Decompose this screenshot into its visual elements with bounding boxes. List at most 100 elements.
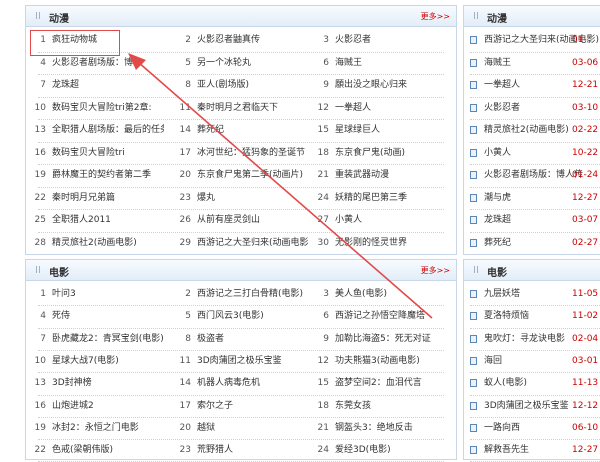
item-title-link[interactable]: 精灵旅社2(动画电影) (52, 238, 137, 248)
side-item-title[interactable]: 火影忍者剧场版：博人传 (484, 164, 583, 186)
list-item[interactable]: 3 火影忍者 (309, 29, 439, 51)
list-item[interactable]: 9 願出没之眼心归来 (309, 74, 439, 96)
item-title-link[interactable]: 美人鱼(电影) (335, 289, 387, 299)
list-item[interactable]: 20 东京食尸鬼第二季(动画片) (171, 164, 309, 186)
item-title-link[interactable]: 全职猎人2011 (52, 215, 111, 225)
item-title-link[interactable]: 秦时明月之君临天下 (197, 103, 278, 113)
list-item[interactable]: 6 西游记之孙悟空降魔塔 (309, 305, 439, 327)
item-title-link[interactable]: 西游记之三打白骨精(电影) (197, 289, 303, 299)
list-item[interactable]: 25 全职猎人2011 (26, 209, 164, 231)
list-item[interactable]: 10 星球大战7(电影) (26, 350, 164, 372)
item-title-link[interactable]: 爱经3D(电影) (335, 445, 391, 455)
item-title-link[interactable]: 数码宝贝大冒险tri (52, 148, 125, 158)
list-item[interactable]: 7 卧虎藏龙2：青冥宝剑(电影) (26, 328, 164, 350)
side-item-title[interactable]: 龙珠超 (484, 209, 511, 231)
list-item[interactable]: 15 盗梦空间2：血泪代言 (309, 372, 439, 394)
list-item[interactable]: 14 葬死纪 (171, 119, 309, 141)
list-item[interactable]: 24 妖精的尾巴第三季 (309, 187, 439, 209)
item-title-link[interactable]: 星球大战7(电影) (52, 356, 119, 366)
list-item[interactable]: 17 冰河世纪：猛犸象的圣诞节 (171, 142, 309, 164)
item-title-link[interactable]: 钢盔头3：绝地反击 (335, 423, 413, 433)
list-item[interactable]: 6 海贼王 (309, 52, 439, 74)
side-item-title[interactable]: 一拳超人 (484, 74, 520, 96)
list-item[interactable]: 18 东莞女孩 (309, 395, 439, 417)
side-list-item[interactable]: 一拳超人 12-21 (464, 74, 600, 96)
list-item[interactable]: 26 从前有座灵剑山 (171, 209, 309, 231)
item-title-link[interactable]: 西游记之孙悟空降魔塔 (335, 311, 425, 321)
list-item[interactable]: 11 秦时明月之君临天下 (171, 97, 309, 119)
side-item-title[interactable]: 潮与虎 (484, 187, 511, 209)
list-item[interactable]: 16 山炮进城2 (26, 395, 164, 417)
list-item[interactable]: 10 数码宝贝大冒险tri第2章: (26, 97, 164, 119)
item-title-link[interactable]: 3D肉蒲团之极乐宝鉴 (197, 356, 282, 366)
side-list-item[interactable]: 火影忍者 03-10 (464, 97, 600, 119)
side-list-item[interactable]: 潮与虎 12-27 (464, 187, 600, 209)
side-list-item[interactable]: 葬死纪 02-27 (464, 232, 600, 254)
item-title-link[interactable]: 加勒比海盗5：死无对证 (335, 334, 431, 344)
list-item[interactable]: 22 色戒(梁朝伟版) (26, 439, 164, 461)
list-item[interactable]: 2 西游记之三打白骨精(电影) (171, 283, 309, 305)
list-item[interactable]: 14 机器人病毒危机 (171, 372, 309, 394)
side-item-title[interactable]: 一路向西 (484, 417, 520, 439)
item-title-link[interactable]: 星球绿巨人 (335, 125, 380, 135)
item-title-link[interactable]: 亚人(剧场版) (197, 80, 249, 90)
side-item-title[interactable]: 九层妖塔 (484, 283, 520, 305)
item-title-link[interactable]: 西门风云3(电影) (197, 311, 264, 321)
list-item[interactable]: 30 无影刚的怪灵世界 (309, 232, 439, 254)
side-list-item[interactable]: 海回 03-01 (464, 350, 600, 372)
side-item-title[interactable]: 小黄人 (484, 142, 511, 164)
list-item[interactable]: 15 星球绿巨人 (309, 119, 439, 141)
item-title-link[interactable]: 願出没之眼心归来 (335, 80, 407, 90)
side-list-item[interactable]: 一路向西 06-10 (464, 417, 600, 439)
item-title-link[interactable]: 妖精的尾巴第三季 (335, 193, 407, 203)
item-title-link[interactable]: 火影忍者剧场版：博人 (52, 58, 142, 68)
list-item[interactable]: 2 火影忍者鼬真传 (171, 29, 309, 51)
side-list-item[interactable]: 火影忍者剧场版：博人传 01-24 (464, 164, 600, 186)
item-title-link[interactable]: 卧虎藏龙2：青冥宝剑(电影) (52, 334, 164, 344)
item-title-link[interactable]: 从前有座灵剑山 (197, 215, 260, 225)
list-item[interactable]: 23 爆丸 (171, 187, 309, 209)
item-title-link[interactable]: 无影刚的怪灵世界 (335, 238, 407, 248)
side-list-item[interactable]: 九层妖塔 11-05 (464, 283, 600, 305)
anime-more-link[interactable]: 更多>> (421, 11, 450, 22)
item-title-link[interactable]: 另一个冰轮丸 (197, 58, 251, 68)
list-item[interactable]: 19 爵林魔王的契约者第二季 (26, 164, 164, 186)
list-item[interactable]: 24 爱经3D(电影) (309, 439, 439, 461)
item-title-link[interactable]: 全职猎人剧场版：最后的任务 (52, 125, 164, 135)
list-item[interactable]: 23 荒野猎人 (171, 439, 309, 461)
list-item[interactable]: 19 冰封2：永恒之门电影 (26, 417, 164, 439)
list-item[interactable]: 7 龙珠超 (26, 74, 164, 96)
item-title-link[interactable]: 小黄人 (335, 215, 362, 225)
list-item[interactable]: 18 东京食尸鬼(动画) (309, 142, 439, 164)
item-title-link[interactable]: 东莞女孩 (335, 401, 371, 411)
list-item[interactable]: 21 重装武器动漫 (309, 164, 439, 186)
list-item[interactable]: 8 亚人(剧场版) (171, 74, 309, 96)
list-item[interactable]: 4 死侍 (26, 305, 164, 327)
side-list-item[interactable]: 解救吾先生 12-27 (464, 439, 600, 461)
item-title-link[interactable]: 3D封神榜 (52, 378, 92, 388)
side-item-title[interactable]: 海回 (484, 350, 502, 372)
movie-more-link[interactable]: 更多>> (421, 265, 450, 276)
list-item[interactable]: 11 3D肉蒲团之极乐宝鉴 (171, 350, 309, 372)
item-title-link[interactable]: 机器人病毒危机 (197, 378, 260, 388)
item-title-link[interactable]: 功夫熊猫3(动画电影) (335, 356, 420, 366)
item-title-link[interactable]: 秦时明月兄弟篇 (52, 193, 115, 203)
side-item-title[interactable]: 3D肉蒲团之极乐宝鉴 (484, 395, 569, 417)
item-title-link[interactable]: 重装武器动漫 (335, 170, 389, 180)
item-title-link[interactable]: 冰河世纪：猛犸象的圣诞节 (197, 148, 305, 158)
item-title-link[interactable]: 索尔之子 (197, 401, 233, 411)
side-item-title[interactable]: 海贼王 (484, 52, 511, 74)
item-title-link[interactable]: 龙珠超 (52, 80, 79, 90)
item-title-link[interactable]: 盗梦空间2：血泪代言 (335, 378, 422, 388)
list-item[interactable]: 8 极盗者 (171, 328, 309, 350)
item-title-link[interactable]: 山炮进城2 (52, 401, 94, 411)
item-title-link[interactable]: 死侍 (52, 311, 70, 321)
list-item[interactable]: 13 全职猎人剧场版：最后的任务 (26, 119, 164, 141)
side-item-title[interactable]: 火影忍者 (484, 97, 520, 119)
list-item[interactable]: 22 秦时明月兄弟篇 (26, 187, 164, 209)
item-title-link[interactable]: 爆丸 (197, 193, 215, 203)
side-item-title[interactable]: 蚁人(电影) (484, 372, 527, 394)
side-item-title[interactable]: 夏洛特烦恼 (484, 305, 529, 327)
list-item[interactable]: 21 钢盔头3：绝地反击 (309, 417, 439, 439)
item-title-link[interactable]: 冰封2：永恒之门电影 (52, 423, 139, 433)
